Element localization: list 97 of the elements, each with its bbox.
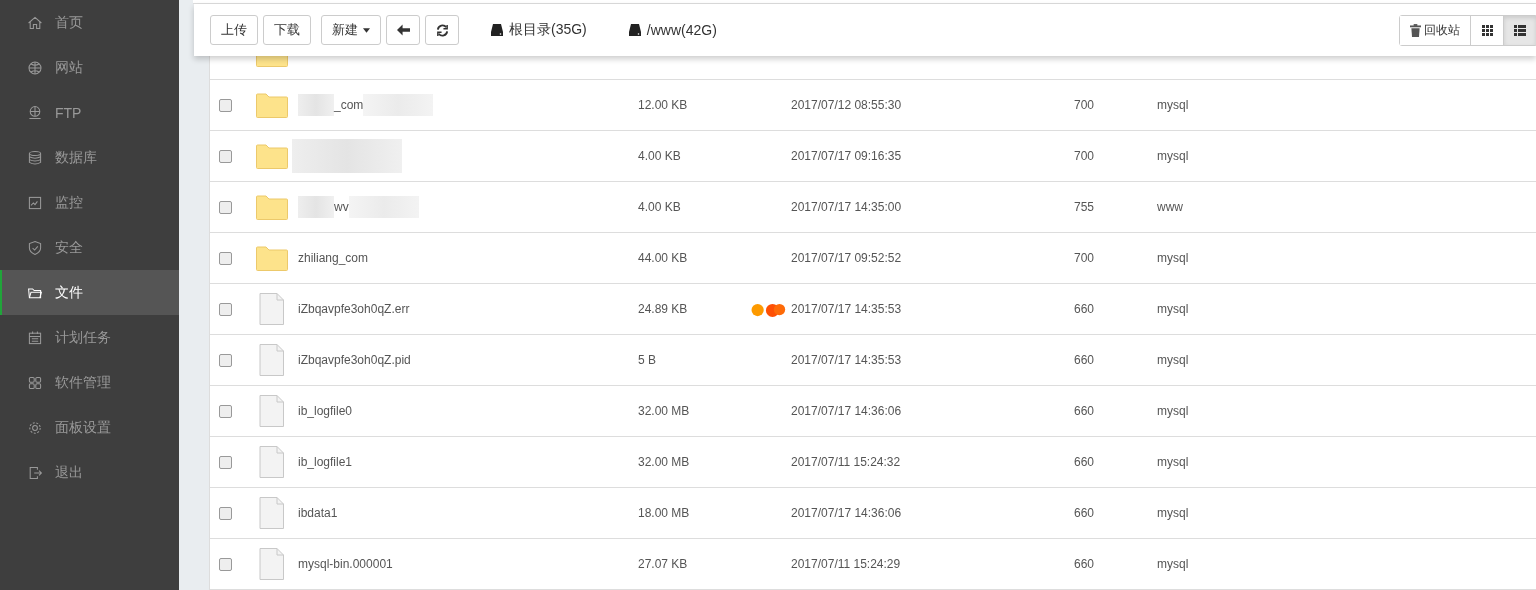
owner: mysql <box>1157 302 1189 316</box>
row-checkbox[interactable] <box>219 455 232 469</box>
grid-icon <box>1481 24 1493 36</box>
exit-icon <box>27 464 43 481</box>
file-name[interactable]: iZbqavpfe3oh0qZ.pid <box>298 353 411 367</box>
file-size: 4.00 KB <box>638 200 681 214</box>
disk-link[interactable]: 根目录(35G) <box>490 21 587 39</box>
sidebar-item[interactable]: 计划任务 <box>0 315 179 360</box>
permission: 660 <box>1074 506 1095 520</box>
file-name[interactable]: iZbqavpfe3oh0qZ.err <box>298 302 410 316</box>
permission: 700 <box>1074 98 1095 112</box>
owner: mysql <box>1157 404 1189 418</box>
owner: www <box>1157 200 1183 214</box>
arrow-left-icon <box>396 24 410 36</box>
sidebar-item[interactable]: 监控 <box>0 180 179 225</box>
permission: 660 <box>1074 557 1095 571</box>
modified-date: 2017/07/17 14:36:06 <box>791 404 902 418</box>
modified-date: 2017/07/11 15:24:32 <box>791 455 901 469</box>
modified-date: 2017/07/17 14:36:06 <box>791 506 902 520</box>
file-name[interactable]: mysql-bin.000001 <box>298 557 393 571</box>
file-size: 24.89 KB <box>638 302 688 316</box>
shield-icon <box>27 239 43 256</box>
file-size: 12.00 KB <box>638 98 688 112</box>
owner: mysql <box>1157 557 1189 571</box>
modified-date: 2017/07/17 14:35:53 <box>791 353 902 367</box>
file-size: 5 B <box>638 353 656 367</box>
file-size: 44.00 KB <box>638 251 688 265</box>
modified-date: 2017/07/17 09:16:35 <box>791 149 902 163</box>
calendar-icon <box>27 329 43 346</box>
monitor-icon <box>27 194 43 211</box>
refresh-icon <box>435 23 449 37</box>
permission: 700 <box>1074 149 1095 163</box>
sidebar-item[interactable]: 安全 <box>0 225 179 270</box>
toolbar-button[interactable]: 上传 <box>210 15 258 45</box>
owner: mysql <box>1157 455 1189 469</box>
modified-date: 2017/07/17 09:52:52 <box>791 251 902 265</box>
permission: 700 <box>1074 251 1095 265</box>
sidebar-item[interactable]: 文件 <box>0 270 179 315</box>
sidebar-item[interactable]: 退出 <box>0 450 179 495</box>
toolbar-button[interactable]: 下载 <box>263 15 311 45</box>
row-checkbox[interactable] <box>219 251 232 265</box>
row-checkbox[interactable] <box>219 557 232 571</box>
file-size: 4.00 KB <box>638 149 681 163</box>
sidebar-item[interactable]: 网站 <box>0 45 179 90</box>
drive-icon <box>490 23 504 37</box>
row-checkbox[interactable] <box>219 506 232 520</box>
ftp-icon <box>27 104 43 121</box>
recycle-bin-button[interactable]: 回收站 <box>1400 15 1471 45</box>
back-button[interactable] <box>386 15 420 45</box>
row-checkbox[interactable] <box>219 302 232 316</box>
modified-date: 2017/07/17 14:35:00 <box>791 200 902 214</box>
new-dropdown-button[interactable]: 新建 <box>321 15 381 45</box>
file-name[interactable]: ibdata1 <box>298 506 338 520</box>
row-checkbox[interactable] <box>219 98 232 112</box>
list-icon <box>1514 24 1526 36</box>
sidebar-item[interactable]: FTP <box>0 90 179 135</box>
file-name[interactable]: zhiliang_com <box>298 251 369 265</box>
file-name[interactable]: wv <box>334 200 349 214</box>
modified-date: 2017/07/17 14:35:53 <box>791 302 902 316</box>
permission: 660 <box>1074 455 1095 469</box>
database-icon <box>27 149 43 166</box>
file-name[interactable]: ib_logfile1 <box>298 455 353 469</box>
file-size: 32.00 MB <box>638 455 690 469</box>
trash-icon <box>1410 23 1421 37</box>
list-view-button[interactable] <box>1504 15 1536 45</box>
sidebar-item[interactable]: 首页 <box>0 0 179 45</box>
row-checkbox[interactable] <box>219 353 232 367</box>
sidebar-item[interactable]: 软件管理 <box>0 360 179 405</box>
sidebar-item[interactable]: 数据库 <box>0 135 179 180</box>
file-size: 18.00 MB <box>638 506 690 520</box>
owner: mysql <box>1157 149 1189 163</box>
permission: 660 <box>1074 302 1095 316</box>
file-size: 32.00 MB <box>638 404 690 418</box>
sidebar-item[interactable]: 面板设置 <box>0 405 179 450</box>
refresh-button[interactable] <box>425 15 459 45</box>
caret-icon <box>363 27 370 33</box>
globe-icon <box>27 59 43 76</box>
file-name[interactable]: ib_logfile0 <box>298 404 353 418</box>
file-name[interactable]: _com <box>334 98 364 112</box>
disk-link[interactable]: /www(42G) <box>627 22 717 38</box>
permission: 660 <box>1074 404 1095 418</box>
permission: 660 <box>1074 353 1095 367</box>
drive-icon <box>627 23 642 37</box>
row-checkbox[interactable] <box>219 404 232 418</box>
owner: mysql <box>1157 353 1189 367</box>
file-size: 27.07 KB <box>638 557 688 571</box>
modified-date: 2017/07/12 08:55:30 <box>791 98 902 112</box>
modified-date: 2017/07/11 15:24:29 <box>791 557 901 571</box>
permission: 755 <box>1074 200 1095 214</box>
settings-icon <box>27 419 43 436</box>
owner: mysql <box>1157 98 1189 112</box>
row-checkbox[interactable] <box>219 200 232 214</box>
apps-icon <box>27 374 43 391</box>
owner: mysql <box>1157 251 1189 265</box>
owner: mysql <box>1157 506 1189 520</box>
home-icon <box>27 14 43 31</box>
row-checkbox[interactable] <box>219 149 232 163</box>
